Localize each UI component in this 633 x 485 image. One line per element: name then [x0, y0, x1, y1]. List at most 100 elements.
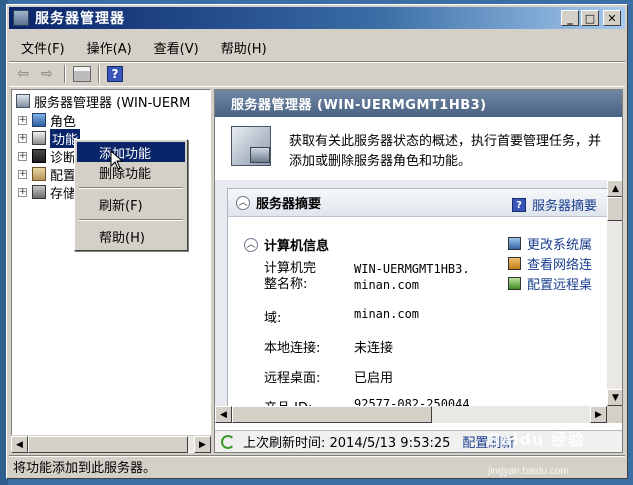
show-hide-console-tree-icon[interactable] — [73, 66, 91, 82]
prop-value-domain: minan.com — [354, 307, 420, 321]
remote-desktop-icon — [508, 276, 521, 290]
tree-item-diagnostics[interactable]: + 诊断 — [18, 147, 77, 166]
window-controls: _ □ ✕ — [561, 10, 621, 26]
watermark-text: Baidu 经验 — [488, 430, 585, 449]
scroll-thumb[interactable] — [232, 406, 432, 423]
features-icon — [32, 131, 46, 145]
help-icon: ? — [512, 197, 526, 212]
summary-title: 服务器摘要 — [256, 197, 322, 212]
scroll-up-button[interactable]: ▲ — [607, 180, 622, 197]
scrollbar-corner — [607, 406, 622, 423]
menu-item-refresh[interactable]: 刷新(F) — [77, 194, 185, 214]
tree-item-features[interactable]: + 功能 — [18, 128, 81, 148]
menu-file[interactable]: 文件(F) — [19, 36, 67, 59]
server-manager-icon — [13, 10, 29, 26]
summary-content-area: ︿ 服务器摘要 ? 服务器摘要 ︿ 计算机信息 更改系统属 查看网络连 配置远程… — [215, 180, 611, 418]
tree-item-label: 存储 — [50, 186, 77, 202]
server-manager-icon — [16, 94, 30, 108]
watermark-url: jingyan.baidu.com — [488, 466, 569, 477]
tree-horizontal-scrollbar[interactable]: ◀ ▶ — [11, 435, 211, 453]
scroll-thumb[interactable] — [28, 436, 188, 453]
scroll-track[interactable] — [28, 436, 194, 453]
help-icon[interactable]: ? — [107, 66, 123, 82]
storage-icon — [32, 185, 46, 199]
close-button[interactable]: ✕ — [603, 10, 621, 26]
system-properties-icon — [508, 236, 521, 250]
scroll-left-button[interactable]: ◀ — [11, 436, 28, 453]
prop-value-remote-desktop: 已启用 — [354, 371, 394, 386]
scroll-right-button[interactable]: ▶ — [194, 436, 211, 453]
refresh-icon — [221, 434, 235, 449]
action-label: 配置远程桌 — [527, 277, 593, 293]
summary-help-link[interactable]: ? 服务器摘要 — [512, 195, 597, 214]
network-connections-icon — [508, 256, 521, 270]
computer-info-header: ︿ 计算机信息 — [244, 235, 329, 254]
intro-text: 获取有关此服务器状态的概述，执行首要管理任务，并添加或删除服务器角色和功能。 — [289, 134, 602, 169]
menu-help[interactable]: 帮助(H) — [219, 36, 269, 59]
minimize-button[interactable]: _ — [561, 10, 579, 26]
prop-value-fqdn: WIN-UERMGMT1HB3. minan.com — [354, 262, 470, 292]
scroll-right-button[interactable]: ▶ — [590, 406, 607, 423]
tree-item-storage[interactable]: + 存储 — [18, 183, 77, 202]
menu-item-add-features[interactable]: 添加功能 — [77, 142, 185, 162]
details-horizontal-scrollbar[interactable]: ◀ ▶ — [215, 406, 607, 423]
prop-value-local-connection: 未连接 — [354, 341, 394, 356]
diagnostics-icon — [32, 149, 46, 163]
title-bar[interactable]: 服务器管理器 _ □ ✕ — [9, 7, 625, 29]
toolbar-separator — [64, 65, 66, 83]
tree-item-label: 角色 — [50, 114, 77, 130]
last-refresh-text: 上次刷新时间: 2014/5/13 9:53:25 — [243, 436, 451, 451]
details-header: 服务器管理器 (WIN-UERMGMT1HB3) — [215, 90, 622, 117]
maximize-button[interactable]: □ — [581, 10, 599, 26]
expand-icon[interactable]: + — [18, 169, 27, 179]
menu-action[interactable]: 操作(A) — [85, 36, 134, 59]
change-system-properties-link[interactable]: 更改系统属 — [508, 233, 592, 253]
prop-label-domain: 域: — [264, 311, 282, 326]
menu-separator — [79, 219, 183, 221]
tree-item-root[interactable]: 服务器管理器 (WIN-UERM — [16, 92, 191, 111]
collapse-icon[interactable]: ︿ — [244, 237, 258, 252]
expand-icon[interactable]: + — [18, 115, 27, 125]
action-label: 查看网络连 — [527, 257, 593, 273]
details-pane: 服务器管理器 (WIN-UERMGMT1HB3) 获取有关此服务器状态的概述，执… — [214, 89, 623, 453]
context-menu: 添加功能 删除功能 刷新(F) 帮助(H) — [74, 139, 188, 251]
menu-item-remove-features[interactable]: 删除功能 — [77, 162, 185, 182]
window-title: 服务器管理器 — [35, 11, 125, 27]
mouse-cursor-icon — [110, 149, 124, 170]
view-network-connections-link[interactable]: 查看网络连 — [508, 253, 592, 273]
scroll-down-button[interactable]: ▼ — [607, 389, 622, 406]
menu-item-help[interactable]: 帮助(H) — [77, 226, 185, 246]
back-arrow-icon[interactable]: ⇦ — [13, 65, 33, 83]
expand-icon[interactable]: + — [18, 151, 27, 161]
details-vertical-scrollbar[interactable]: ▲ ▼ — [607, 180, 622, 406]
tree-item-label: 服务器管理器 (WIN-UERM — [34, 95, 191, 111]
prop-label-remote-desktop: 远程桌面: — [264, 371, 321, 386]
configure-remote-desktop-link[interactable]: 配置远程桌 — [508, 273, 592, 293]
configuration-icon — [32, 167, 46, 181]
tree-item-configuration[interactable]: + 配置 — [18, 165, 77, 184]
tree-item-roles[interactable]: + 角色 — [18, 111, 77, 130]
summary-header: ︿ 服务器摘要 ? 服务器摘要 — [228, 189, 610, 217]
menu-bar: 文件(F) 操作(A) 查看(V) 帮助(H) — [9, 33, 625, 61]
expand-icon[interactable]: + — [18, 187, 27, 197]
scroll-thumb[interactable] — [607, 197, 622, 221]
prop-label-local-connection: 本地连接: — [264, 341, 321, 356]
toolbar-separator — [98, 65, 100, 83]
prop-label-fqdn: 计算机完 整名称: — [264, 261, 317, 292]
menu-view[interactable]: 查看(V) — [152, 36, 201, 59]
tree-item-label: 配置 — [50, 168, 77, 184]
summary-help-label: 服务器摘要 — [532, 199, 598, 214]
action-label: 更改系统属 — [527, 237, 593, 253]
collapse-icon[interactable]: ︿ — [236, 195, 250, 210]
computer-info-actions: 更改系统属 查看网络连 配置远程桌 — [508, 233, 592, 293]
status-text: 将功能添加到此服务器。 — [13, 461, 157, 476]
scroll-left-button[interactable]: ◀ — [215, 406, 232, 423]
menu-separator — [79, 187, 183, 189]
toolbar: ⇦ ⇨ ? — [9, 61, 625, 87]
server-toolbox-icon — [231, 126, 271, 166]
roles-icon — [32, 113, 46, 127]
computer-info-title: 计算机信息 — [264, 239, 330, 254]
expand-icon[interactable]: + — [18, 133, 27, 143]
forward-arrow-icon[interactable]: ⇨ — [37, 65, 57, 83]
tree-item-label: 诊断 — [50, 150, 77, 166]
